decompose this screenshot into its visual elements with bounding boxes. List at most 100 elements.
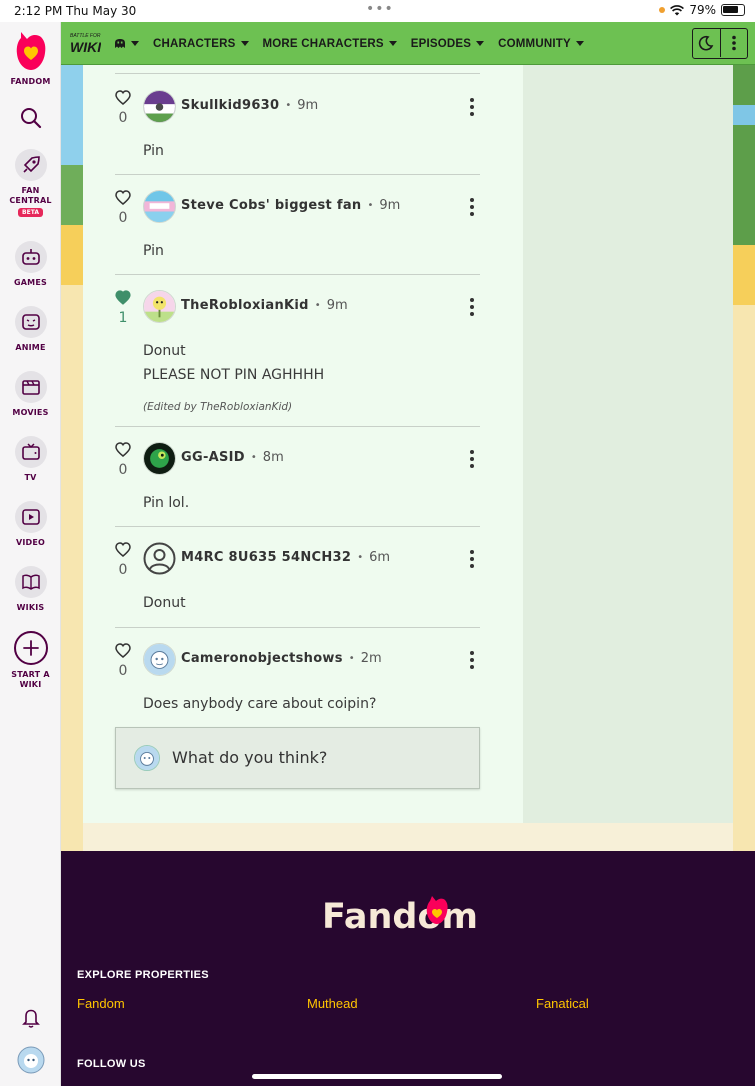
reply-meta: Skullkid9630 • 9m (181, 98, 319, 113)
avatar[interactable] (143, 190, 176, 223)
search-icon (20, 108, 41, 129)
reply-line: PLEASE NOT PIN AGHHHH (143, 367, 325, 383)
reply-input-placeholder[interactable]: What do you think? (172, 748, 327, 767)
author-name[interactable]: Steve Cobs' biggest fan (181, 198, 361, 213)
reply-item: 0 M4RC 8U635 54NCH32 • 6m Donut (115, 542, 480, 628)
reply-meta: Steve Cobs' biggest fan • 9m (181, 198, 401, 213)
explore-icon (115, 39, 125, 48)
sidebar-item-label: TV (24, 473, 37, 482)
reply-text: Does anybody care about coipin? (143, 692, 376, 716)
reply-timestamp: 9m (297, 98, 319, 113)
notifications-button[interactable] (0, 1007, 61, 1029)
author-name[interactable]: Skullkid9630 (181, 98, 279, 113)
reply-line: Pin (143, 243, 164, 259)
footer-link-fanatical[interactable]: Fanatical (536, 996, 589, 1011)
sidebar-item-games[interactable]: GAMES (0, 241, 61, 288)
reply-meta: M4RC 8U635 54NCH32 • 6m (181, 550, 391, 565)
reply-item: 0 GG-ASID • 8m Pin lol. (115, 442, 480, 527)
heart-icon[interactable] (115, 442, 131, 457)
more-options-icon[interactable] (470, 98, 474, 116)
sidebar-item-label: FAN CENTRAL (9, 186, 52, 205)
heart-icon[interactable] (115, 643, 131, 658)
more-options-icon[interactable] (470, 198, 474, 216)
status-indicators: 79% (659, 3, 745, 17)
sidebar-item-search[interactable] (0, 106, 61, 130)
fandom-wordmark-logo[interactable]: Fandom (322, 888, 494, 936)
clapperboard-icon (21, 380, 40, 395)
more-options-icon[interactable] (470, 651, 474, 669)
reply-timestamp: 6m (369, 550, 391, 565)
footer-link-muthead[interactable]: Muthead (307, 996, 358, 1011)
background-art-right (733, 65, 755, 851)
reply-meta: Cameronobjectshows • 2m (181, 651, 382, 666)
sidebar-item-start-wiki[interactable]: START A WIKI (0, 631, 61, 690)
anime-face-icon (21, 314, 40, 330)
global-footer: Fandom EXPLORE PROPERTIES Fandom Muthead… (61, 851, 755, 1086)
heart-icon[interactable] (115, 90, 131, 105)
sidebar-brand-label: FANDOM (10, 77, 51, 86)
footer-link-fandom[interactable]: Fandom (77, 996, 125, 1011)
reply-line: Pin lol. (143, 495, 190, 511)
sidebar-item-tv[interactable]: TV (0, 436, 61, 483)
reply-composer[interactable]: What do you think? (115, 727, 480, 789)
wiki-tools-menu[interactable] (719, 29, 747, 57)
book-icon (21, 574, 40, 590)
more-options-icon[interactable] (470, 550, 474, 568)
multitasking-dots-icon[interactable]: ••• (366, 1, 394, 17)
sidebar-item-label: VIDEO (15, 538, 46, 547)
more-vertical-icon (732, 35, 736, 51)
nav-more-characters[interactable]: MORE CHARACTERS (263, 38, 397, 50)
heart-icon[interactable] (115, 190, 131, 205)
author-name[interactable]: Cameronobjectshows (181, 651, 343, 666)
sidebar-item-video[interactable]: VIDEO (0, 501, 61, 548)
reply-line: Donut (143, 343, 186, 359)
author-name[interactable]: GG-ASID (181, 450, 245, 465)
avatar[interactable] (143, 643, 176, 676)
reply-timestamp: 9m (379, 198, 401, 213)
default-avatar-icon[interactable] (143, 542, 176, 575)
nav-explore-menu[interactable] (114, 38, 139, 49)
more-options-icon[interactable] (470, 450, 474, 468)
nav-episodes[interactable]: EPISODES (411, 38, 485, 50)
author-name[interactable]: TheRobloxianKid (181, 298, 309, 313)
dark-mode-toggle[interactable] (693, 29, 720, 57)
nav-item-label: CHARACTERS (153, 37, 236, 50)
chevron-down-icon (131, 41, 139, 46)
nav-characters[interactable]: CHARACTERS (153, 38, 249, 50)
wiki-nav-tools (692, 28, 748, 59)
fandom-wordmark-text: Fandom (322, 897, 478, 936)
avatar[interactable] (143, 290, 176, 323)
like-count: 0 (118, 110, 128, 126)
more-options-icon[interactable] (470, 298, 474, 316)
sidebar-item-fan-central[interactable]: FAN CENTRAL BETA (0, 149, 61, 217)
like-count: 0 (118, 663, 128, 679)
author-name[interactable]: M4RC 8U635 54NCH32 (181, 550, 351, 565)
avatar[interactable] (143, 90, 176, 123)
fandom-logo-icon (16, 32, 45, 70)
nav-community[interactable]: COMMUNITY (498, 38, 584, 50)
sidebar-item-label: MOVIES (12, 408, 49, 417)
chevron-down-icon (476, 41, 485, 46)
sidebar-item-movies[interactable]: MOVIES (0, 371, 61, 418)
wiki-logo[interactable]: BATTLE FOR DREAM WIKI (69, 30, 101, 56)
global-sidebar: FANDOM FAN CENTRAL BETA GAMES ANIME MOVI… (0, 22, 61, 1086)
sidebar-item-label: START A WIKI (11, 670, 50, 689)
status-bar: 2:12 PM Thu May 30 ••• 79% (0, 0, 755, 22)
reply-timestamp: 8m (262, 450, 284, 465)
avatar[interactable] (143, 442, 176, 475)
sidebar-item-wikis[interactable]: WIKIS (0, 566, 61, 613)
user-menu-button[interactable] (0, 1046, 61, 1074)
tv-icon (21, 443, 40, 460)
chevron-down-icon (575, 41, 584, 46)
explore-properties-heading: EXPLORE PROPERTIES (77, 969, 209, 981)
home-indicator[interactable] (252, 1074, 502, 1079)
wiki-logo-text: WIKI (70, 39, 101, 55)
reply-item: 0 Steve Cobs' biggest fan • 9m Pin (115, 190, 480, 275)
battery-icon (721, 4, 745, 16)
heart-icon[interactable] (115, 542, 131, 557)
wiki-navigation-bar: BATTLE FOR DREAM WIKI CHARACTERS MORE CH… (61, 22, 755, 65)
fandom-home-link[interactable]: FANDOM (0, 30, 61, 87)
heart-filled-icon[interactable] (115, 290, 131, 305)
rocket-icon (22, 156, 40, 173)
sidebar-item-anime[interactable]: ANIME (0, 306, 61, 353)
